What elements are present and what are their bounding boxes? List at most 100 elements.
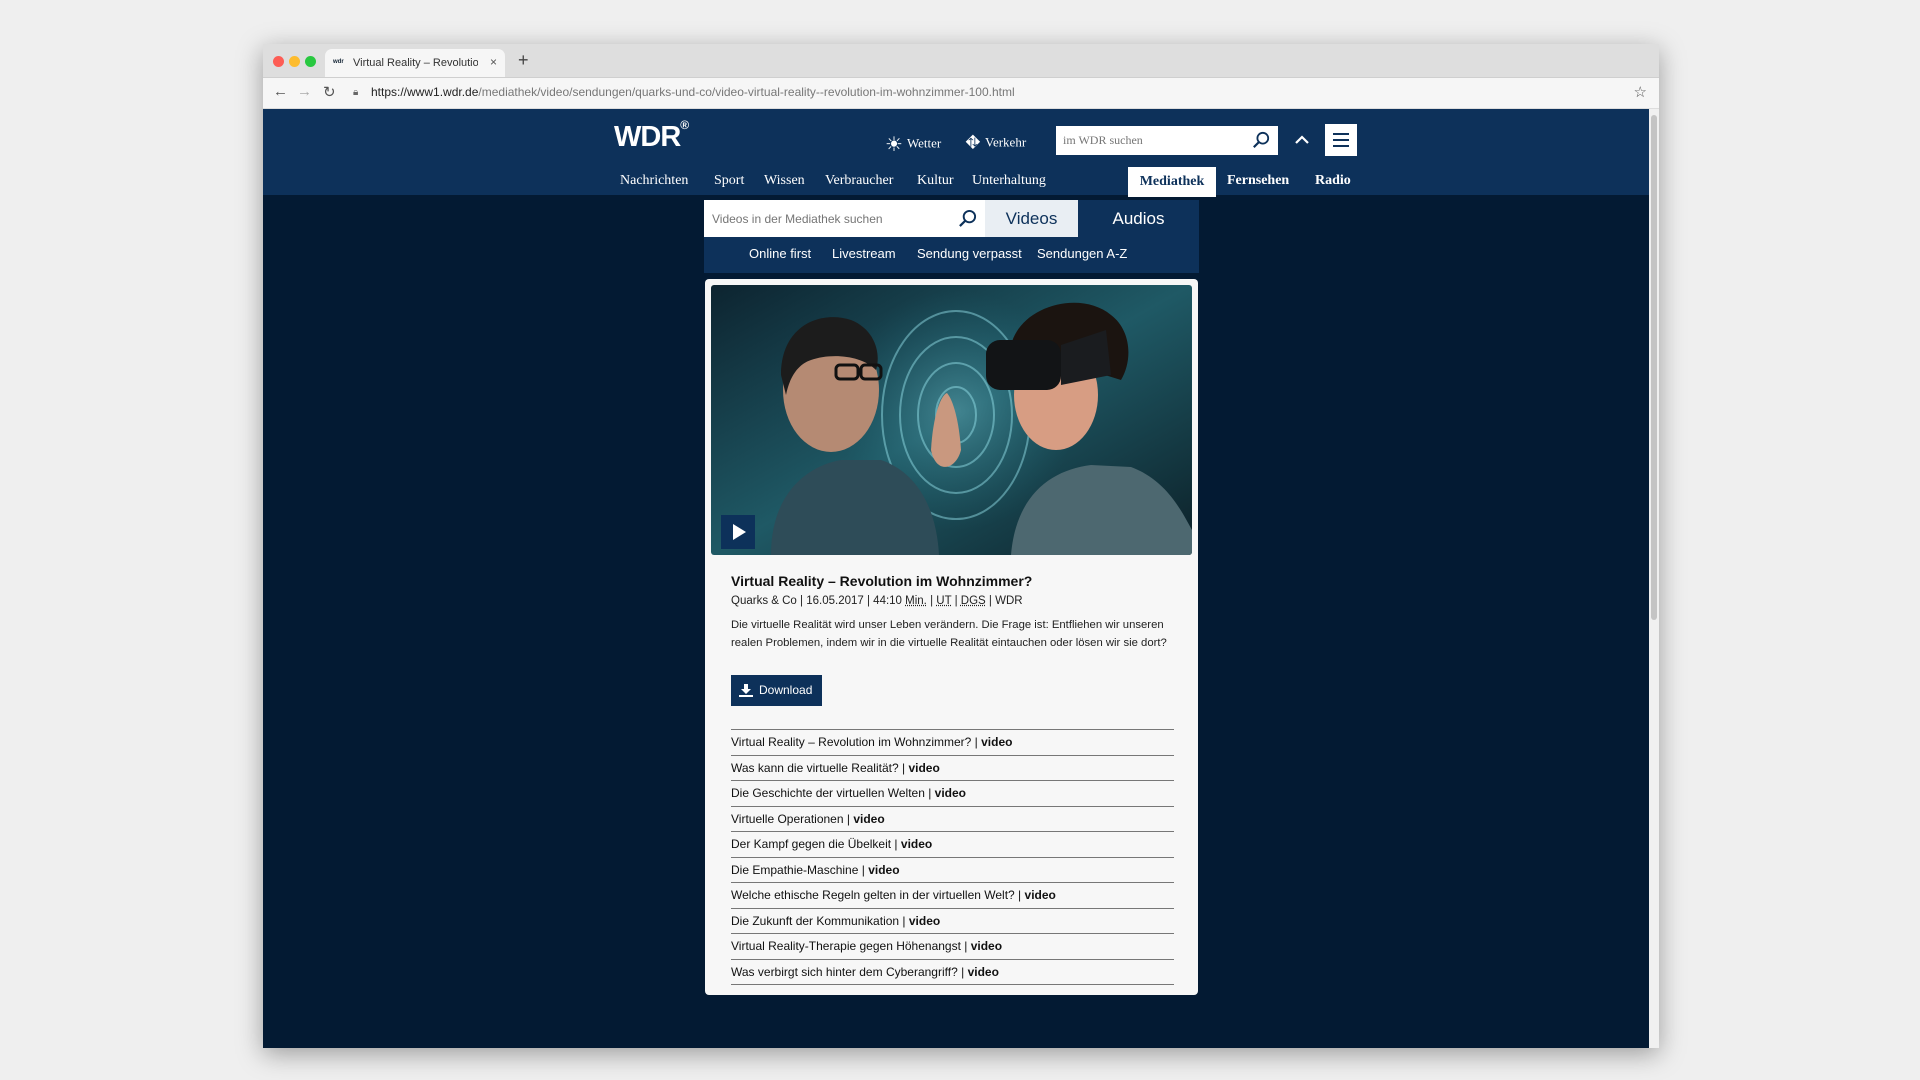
video-description: Die virtuelle Realität wird unser Leben … — [731, 619, 1167, 649]
menu-line — [1333, 139, 1349, 141]
chapter-item[interactable]: Virtuelle Operationen | video — [731, 805, 1174, 832]
url-field[interactable]: https://www1.wdr.de/mediathek/video/send… — [371, 85, 1015, 99]
chapter-list: Virtual Reality – Revolution im Wohnzimm… — [731, 729, 1174, 985]
plus-icon[interactable]: + — [518, 50, 529, 71]
tab-videos[interactable]: Videos — [985, 200, 1078, 237]
chapter-item[interactable]: Virtual Reality – Revolution im Wohnzimm… — [731, 729, 1174, 755]
chapter-title: Welche ethische Regeln gelten in der vir… — [731, 888, 1015, 902]
chapter-title: Virtual Reality – Revolution im Wohnzimm… — [731, 735, 972, 749]
forward-arrow-icon[interactable]: → — [297, 83, 312, 100]
nav-item-mediathek[interactable]: Mediathek — [1128, 167, 1216, 197]
download-button[interactable]: Download — [731, 675, 822, 706]
search-icon[interactable] — [958, 209, 977, 228]
hamburger-menu-button[interactable] — [1325, 124, 1357, 156]
logo-text: WDR — [614, 121, 681, 153]
main-nav: Nachrichten Sport Wissen Verbraucher Kul… — [263, 165, 1649, 197]
chapter-item[interactable]: Die Zukunft der Kommunikation | video — [731, 907, 1174, 934]
wdr-favicon-icon: wdr — [333, 59, 344, 65]
video-thumbnail[interactable] — [711, 285, 1192, 555]
nav-item-kultur[interactable]: Kultur — [917, 173, 954, 189]
star-icon[interactable]: ☆ — [1634, 83, 1647, 101]
tab-title: Virtual Reality – Revolution im — [353, 57, 478, 69]
mediathek-search — [704, 200, 985, 237]
chapter-type: video — [900, 837, 933, 851]
chapter-item[interactable]: Welche ethische Regeln gelten in der vir… — [731, 882, 1174, 908]
menu-line — [1333, 145, 1349, 147]
nav-item-radio[interactable]: Radio — [1315, 173, 1351, 189]
mediathek-toolbar: Videos Audios Online first Livestream Se… — [704, 200, 1199, 273]
traffic-label: Verkehr — [985, 134, 1027, 150]
tab-bar: wdr Virtual Reality – Revolution im × + — [263, 44, 1659, 78]
chapter-item[interactable]: Was kann die virtuelle Realität? | video — [731, 754, 1174, 781]
chapter-item[interactable]: Der Kampf gegen die Übelkeit | video — [731, 831, 1174, 857]
wdr-logo[interactable]: WDR® — [614, 118, 689, 154]
nav-item-sport[interactable]: Sport — [714, 173, 744, 189]
site-search — [1056, 126, 1278, 155]
close-window-button[interactable] — [273, 56, 284, 67]
chapter-type: video — [934, 786, 967, 800]
play-button[interactable] — [721, 515, 755, 549]
minimize-window-button[interactable] — [289, 56, 300, 67]
chapter-type: video — [970, 939, 1003, 953]
url-path: /mediathek/video/sendungen/quarks-und-co… — [478, 85, 1015, 99]
meta-ut: UT — [936, 595, 952, 607]
chapter-title: Virtuelle Operationen — [731, 811, 844, 826]
video-meta: Quarks & Co | 16.05.2017 | 44:10 Min. | … — [731, 595, 1023, 607]
logo-mark: ® — [680, 118, 689, 133]
nav-item-unterhaltung[interactable]: Unterhaltung — [972, 173, 1046, 189]
download-label: Download — [759, 683, 813, 697]
browser-window: wdr Virtual Reality – Revolution im × + … — [263, 44, 1659, 1048]
chapter-item[interactable]: Die Geschichte der virtuellen Welten | v… — [731, 780, 1174, 806]
chapter-item[interactable]: Was verbirgt sich hinter dem Cyberangrif… — [731, 958, 1174, 985]
chapter-title: Die Zukunft der Kommunikation — [731, 913, 900, 928]
chapter-item[interactable]: Virtual Reality-Therapie gegen Höhenangs… — [731, 933, 1174, 959]
meta-min: Min. — [905, 595, 927, 607]
chapter-type: video — [908, 913, 941, 928]
mediathek-subnav: Online first Livestream Sendung verpasst… — [704, 244, 1199, 266]
chapter-title: Die Geschichte der virtuellen Welten — [731, 786, 925, 800]
nav-item-wissen[interactable]: Wissen — [764, 173, 805, 189]
lock-icon: 🔒︎ — [353, 87, 359, 98]
menu-line — [1333, 133, 1349, 135]
chapter-title: Virtual Reality-Therapie gegen Höhenangs… — [731, 939, 961, 953]
traffic-link[interactable]: ⛖ Verkehr — [965, 132, 1026, 155]
maximize-window-button[interactable] — [305, 56, 316, 67]
video-card: Virtual Reality – Revolution im Wohnzimm… — [705, 279, 1198, 995]
mediathek-search-input[interactable] — [704, 200, 960, 237]
chapter-type: video — [981, 735, 1013, 749]
chapter-title: Die Empathie-Maschine — [731, 862, 859, 877]
chapter-type: video — [1024, 888, 1056, 902]
subnav-online-first[interactable]: Online first — [749, 246, 811, 261]
chapter-title: Der Kampf gegen die Übelkeit — [731, 837, 892, 851]
site-search-input[interactable] — [1056, 126, 1250, 155]
chapter-item[interactable]: Die Empathie-Maschine | video — [731, 856, 1174, 883]
chevron-up-icon[interactable] — [1295, 133, 1309, 147]
chapter-title: Was kann die virtuelle Realität? — [731, 760, 899, 775]
address-bar-row: ← → ↻ 🔒︎ https://www1.wdr.de/mediathek/v… — [263, 78, 1659, 109]
web-page: WDR® ☀Wetter ⛖Verkehr Nachrichten Sport … — [263, 109, 1649, 1048]
meta-duration: 44:10 — [873, 595, 902, 607]
browser-tab[interactable]: wdr Virtual Reality – Revolution im × — [325, 49, 505, 77]
subnav-livestream[interactable]: Livestream — [832, 246, 896, 261]
search-icon[interactable] — [1252, 131, 1270, 149]
chapter-type: video — [908, 760, 940, 775]
video-thumbnail-image — [711, 285, 1192, 555]
nav-item-fernsehen[interactable]: Fernsehen — [1227, 173, 1289, 189]
subnav-sendungen-a-z[interactable]: Sendungen A-Z — [1037, 246, 1127, 261]
reload-icon[interactable]: ↻ — [323, 83, 336, 101]
nav-item-nachrichten[interactable]: Nachrichten — [620, 173, 688, 189]
url-host: https://www1.wdr.de — [371, 85, 479, 99]
close-icon[interactable]: × — [490, 55, 497, 69]
back-arrow-icon[interactable]: ← — [273, 83, 288, 100]
subnav-sendung-verpasst[interactable]: Sendung verpasst — [917, 246, 1022, 261]
chapter-type: video — [967, 964, 999, 979]
scrollbar-thumb[interactable] — [1651, 115, 1657, 620]
tab-audios[interactable]: Audios — [1078, 200, 1199, 237]
sun-icon: ☀ — [885, 134, 903, 156]
nav-item-verbraucher[interactable]: Verbraucher — [825, 173, 893, 189]
scrollbar[interactable] — [1649, 109, 1659, 1048]
chapter-type: video — [868, 862, 900, 877]
weather-label: Wetter — [906, 135, 942, 151]
weather-link[interactable]: ☀ Wetter — [885, 132, 941, 157]
meta-date: 16.05.2017 — [806, 595, 864, 607]
